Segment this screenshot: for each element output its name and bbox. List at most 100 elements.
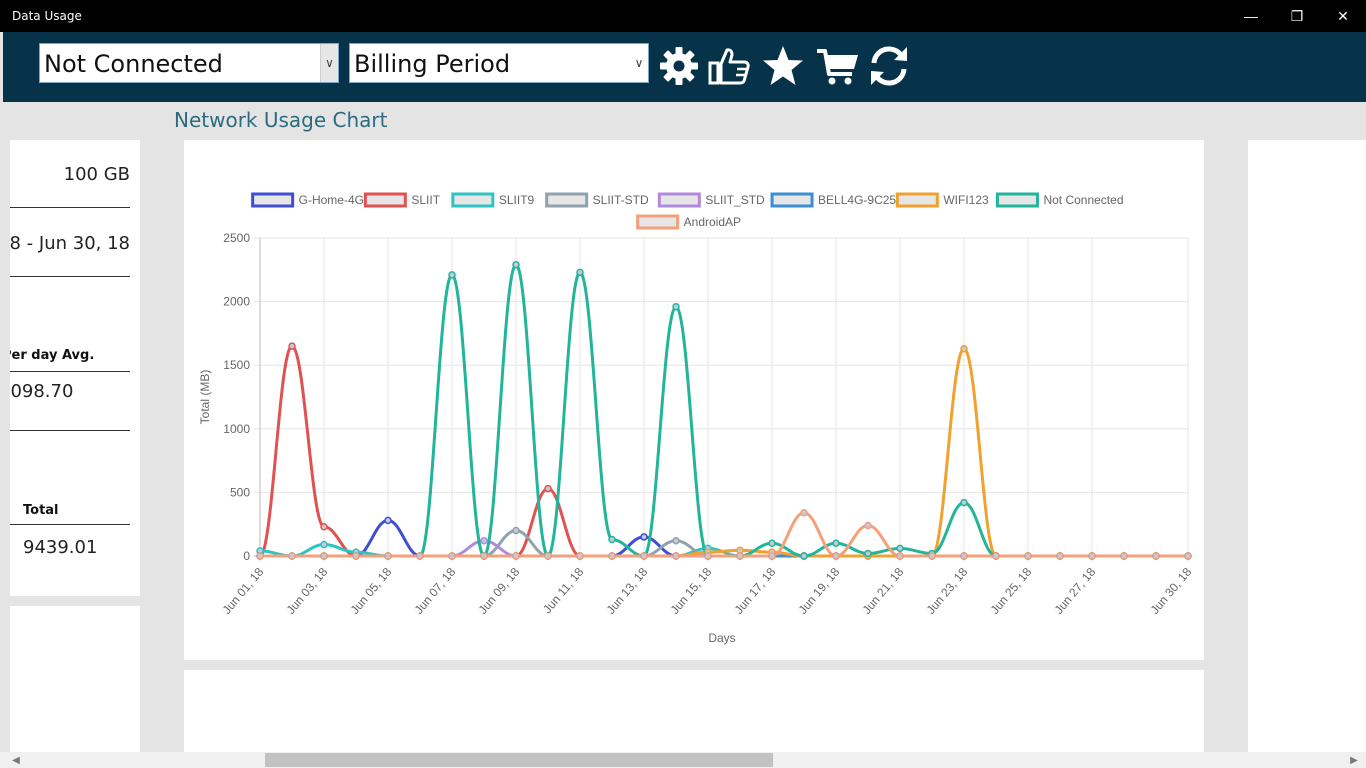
network-usage-chart: 0 500 1000 1500 2000 2500 Jun 01, 18 Jun 03, 18…	[198, 192, 1195, 645]
data-point	[640, 552, 648, 560]
divider	[10, 276, 130, 277]
cart-icon	[817, 49, 858, 85]
x-tick-label: Jun 25, 18	[988, 565, 1035, 617]
divider	[10, 207, 130, 208]
scroll-right-icon[interactable]: ▶	[1346, 752, 1362, 768]
x-axis-title: Days	[708, 631, 735, 645]
x-tick-label: Jun 15, 18	[668, 565, 715, 617]
data-point	[320, 552, 328, 560]
x-tick-label: Jun 03, 18	[284, 565, 331, 617]
legend-label: Not Connected	[1043, 193, 1123, 207]
legend-label: SLIIT-STD	[593, 193, 649, 207]
legend-label: G-Home-4G	[299, 193, 364, 207]
chart-card: 0 500 1000 1500 2000 2500 Jun 01, 18 Jun 03, 18…	[184, 140, 1204, 660]
y-tick-label: 0	[243, 549, 250, 563]
x-tick-label: Jun 05, 18	[348, 565, 395, 617]
horizontal-scrollbar[interactable]: ◀ ▶	[0, 752, 1366, 768]
data-point	[1056, 552, 1064, 560]
data-point	[928, 552, 936, 560]
per-day-avg-value: 1098.70	[10, 381, 74, 402]
title-bar: Data Usage — ❐ ✕	[0, 0, 1366, 32]
data-point	[960, 498, 968, 507]
per-day-avg-label: Per day Avg.	[10, 348, 95, 363]
data-point	[480, 552, 488, 560]
billing-period-range: Jun 01, 18 - Jun 30, 18	[10, 233, 130, 254]
data-point	[832, 539, 840, 548]
network-select-value: Not Connected	[44, 50, 223, 78]
thumbs-up-icon	[708, 48, 750, 85]
data-point	[672, 552, 680, 560]
legend-label: AndroidAP	[684, 215, 741, 229]
data-point	[288, 342, 296, 350]
data-point	[320, 522, 328, 531]
divider	[10, 371, 130, 372]
data-point	[576, 268, 584, 277]
period-select[interactable]: Billing Period ∨	[349, 43, 649, 83]
x-tick-label: Jun 21, 18	[860, 565, 907, 617]
data-point	[832, 552, 840, 560]
favorite-button[interactable]	[761, 44, 805, 88]
settings-button[interactable]	[657, 44, 701, 88]
legend-swatch	[636, 214, 680, 230]
like-button[interactable]	[707, 44, 751, 88]
divider	[10, 430, 130, 431]
legend-swatch	[895, 192, 939, 208]
refresh-icon	[871, 46, 907, 86]
data-point	[800, 552, 808, 560]
data-point	[896, 552, 904, 560]
refresh-button[interactable]	[867, 44, 911, 88]
data-point	[576, 552, 584, 560]
minimize-icon: —	[1244, 8, 1258, 24]
data-point	[320, 540, 328, 549]
data-point	[608, 535, 616, 544]
total-value: 9439.01	[23, 537, 98, 558]
x-tick-label: Jun 17, 18	[732, 565, 779, 617]
close-icon: ✕	[1337, 7, 1349, 24]
data-point	[960, 552, 968, 560]
summary-panel: 100 GB Jun 01, 18 - Jun 30, 18 Per day A…	[10, 140, 140, 596]
restore-icon: ❐	[1290, 7, 1304, 24]
x-tick-label: Jun 27, 18	[1052, 565, 1099, 617]
store-button[interactable]	[815, 44, 859, 88]
scroll-left-icon[interactable]: ◀	[8, 752, 24, 768]
data-point	[1024, 552, 1032, 560]
data-point	[512, 526, 520, 535]
data-point	[800, 509, 808, 517]
chevron-down-icon: ∨	[320, 44, 338, 82]
y-tick-label: 2500	[223, 231, 250, 245]
legend-swatch	[995, 192, 1039, 208]
minimize-button[interactable]: —	[1228, 0, 1274, 32]
data-point	[704, 552, 712, 560]
series-line	[258, 344, 1188, 558]
gear-icon	[660, 47, 698, 85]
legend-label: SLIIT	[411, 193, 440, 207]
data-point	[1152, 552, 1160, 560]
maximize-button[interactable]: ❐	[1274, 0, 1320, 32]
data-point	[512, 552, 520, 560]
data-limit-value: 100 GB	[63, 164, 130, 185]
data-point	[1088, 552, 1096, 560]
y-tick-label: 2000	[223, 295, 250, 309]
scrollbar-thumb[interactable]	[265, 753, 773, 767]
window-title: Data Usage	[12, 9, 82, 23]
x-tick-label: Jun 07, 18	[412, 565, 459, 617]
y-axis-title: Total (MB)	[198, 370, 212, 425]
data-point	[512, 260, 520, 269]
data-point	[736, 552, 744, 560]
x-tick-label: Jun 11, 18	[540, 565, 586, 616]
x-tick-label: Jun 09, 18	[476, 565, 523, 617]
data-point	[384, 516, 392, 525]
network-select[interactable]: Not Connected ∨	[39, 43, 339, 83]
data-point	[256, 552, 264, 560]
data-point	[416, 552, 424, 560]
data-point	[352, 552, 360, 560]
legend-label: WIFI123	[943, 193, 989, 207]
legend-label: BELL4G-9C25	[818, 193, 896, 207]
empty-panel	[10, 606, 140, 752]
data-point	[1184, 552, 1192, 560]
y-tick-label: 1500	[223, 358, 250, 372]
close-button[interactable]: ✕	[1320, 0, 1366, 32]
data-point	[672, 536, 680, 545]
legend-label: SLIIT_STD	[705, 193, 765, 207]
data-point	[864, 521, 872, 530]
